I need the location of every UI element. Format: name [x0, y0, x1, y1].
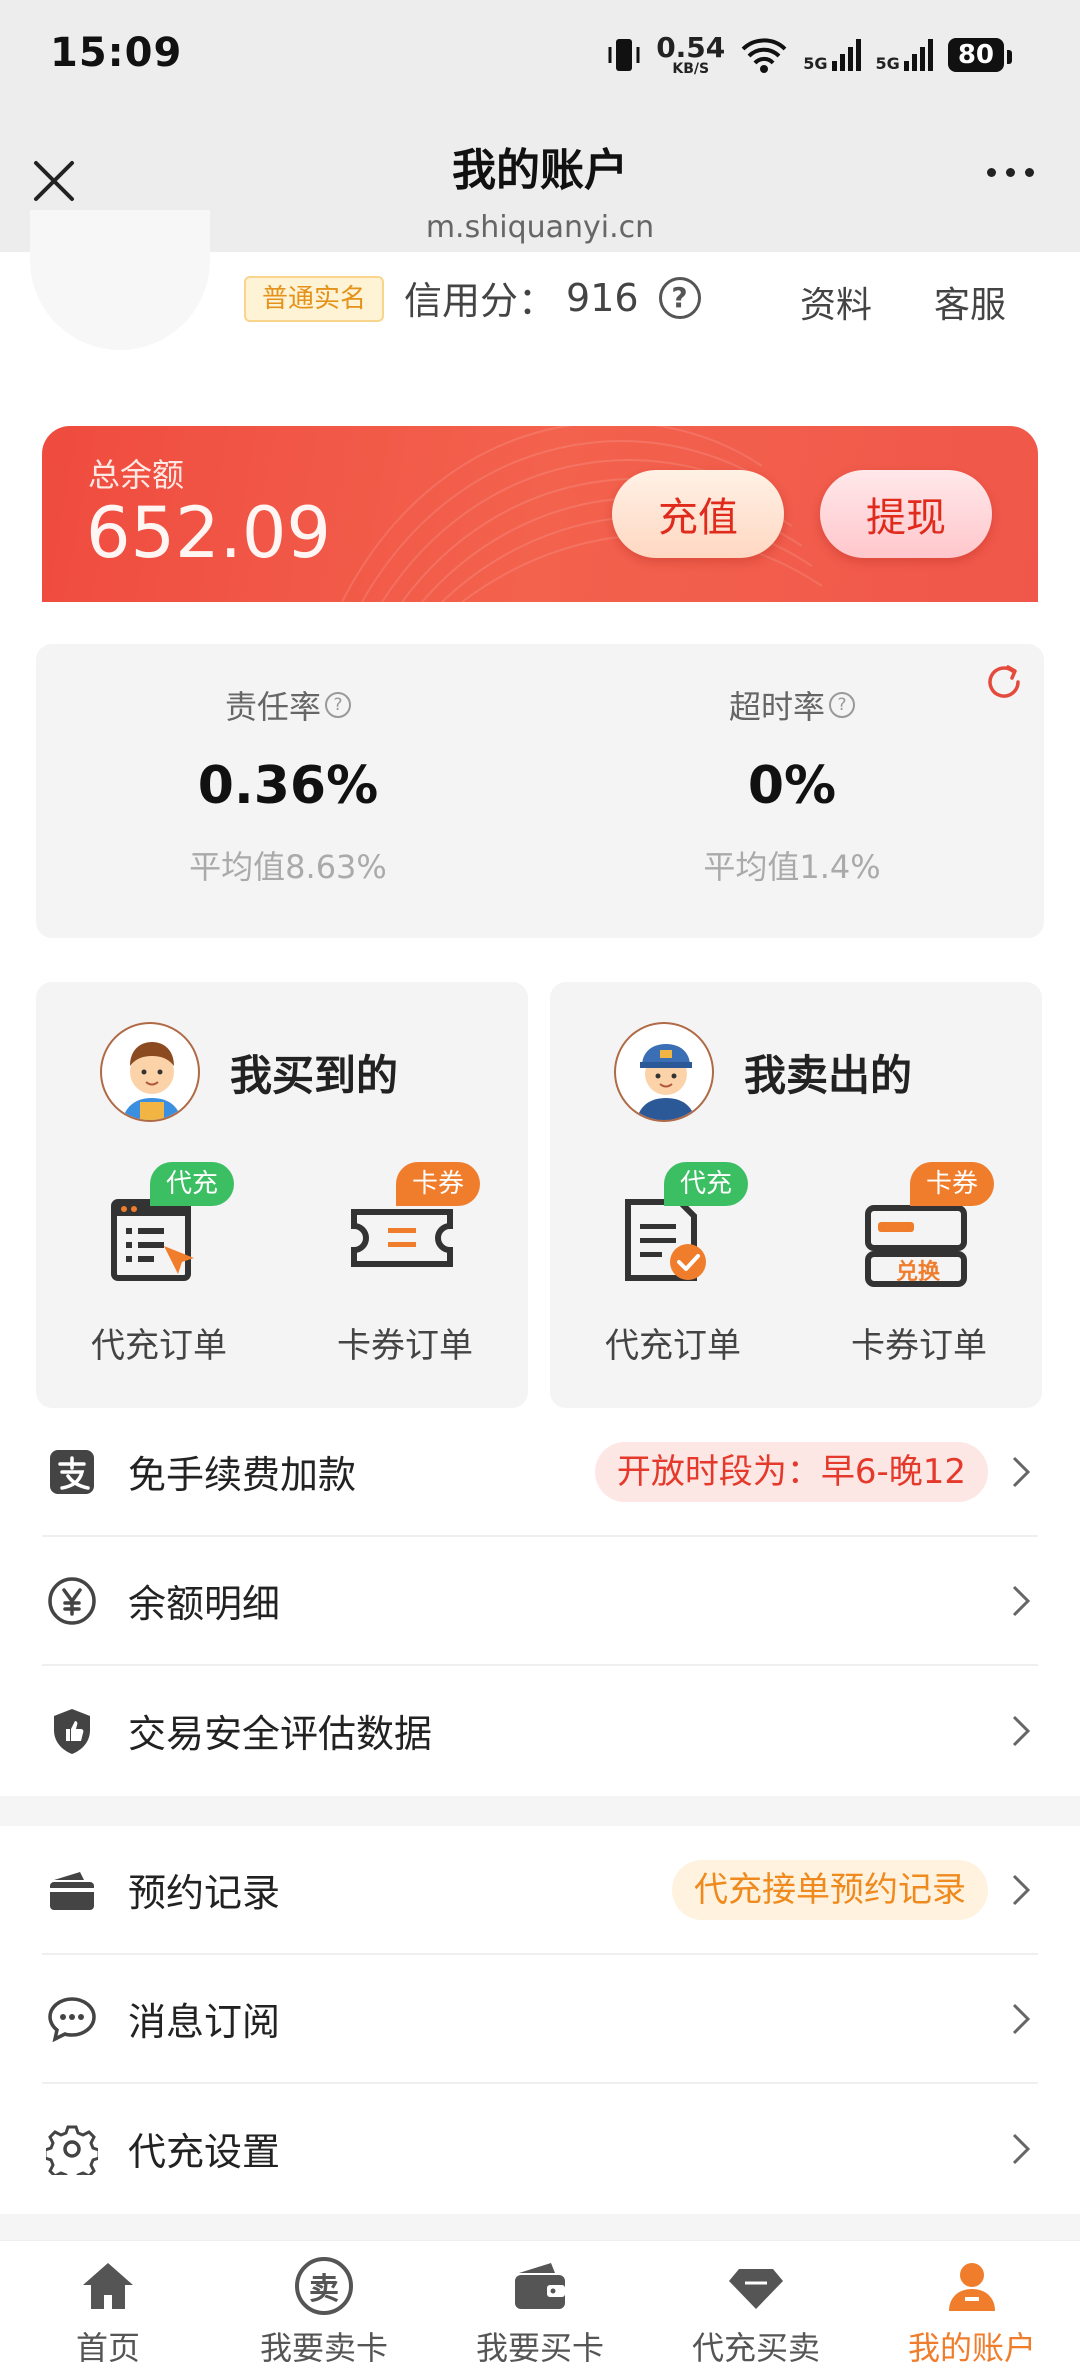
- help-icon[interactable]: ?: [325, 692, 351, 718]
- net-speed: 0.54 KB/S: [656, 31, 726, 77]
- chevron-right-icon: [1012, 1585, 1031, 1616]
- buy-coupon-orders[interactable]: 卡券 卡券订单: [282, 1162, 528, 1367]
- section-divider: [0, 1796, 1080, 1826]
- dot-icon: [987, 168, 996, 177]
- status-icons: 0.54 KB/S 5G 5G 80: [606, 31, 1013, 77]
- menu-item-subscriptions[interactable]: 消息订阅: [42, 1955, 1038, 2084]
- menu-item-security-data[interactable]: 交易安全评估数据: [42, 1666, 1038, 1795]
- section-divider: [0, 2214, 1080, 2240]
- balance-label: 总余额: [88, 456, 185, 494]
- tab-recharge-trade[interactable]: 代充买卖: [648, 2241, 864, 2376]
- verify-badge: 普通实名: [244, 276, 385, 322]
- sold-orders-panel: 我卖出的 代充 代充订单 兑换 卡券 卡券订单: [550, 982, 1042, 1408]
- tab-my-account[interactable]: 我的账户: [864, 2241, 1080, 2376]
- sell-recharge-orders[interactable]: 代充 代充订单: [550, 1162, 796, 1367]
- signal-bars-icon: [903, 39, 933, 71]
- tab-home[interactable]: 首页: [0, 2241, 216, 2376]
- timeout-rate: 超时率? 0% 平均值1.4%: [703, 688, 881, 886]
- dot-icon: [1006, 168, 1015, 177]
- seller-avatar-icon: [614, 1022, 714, 1122]
- withdraw-button[interactable]: 提现: [820, 470, 992, 558]
- menu-item-free-deposit[interactable]: 免手续费加款 开放时段为：早6-晚12: [42, 1408, 1038, 1537]
- menu-group-account: 免手续费加款 开放时段为：早6-晚12 余额明细 交易安全评估数据: [0, 1408, 1080, 1795]
- opening-hours-badge: 开放时段为：早6-晚12: [594, 1441, 988, 1502]
- bought-title: 我买到的: [230, 1050, 399, 1100]
- profile-link[interactable]: 资料: [800, 276, 872, 328]
- wifi-icon: [741, 38, 787, 73]
- balance-card: 总余额 652.09 充值 提现: [42, 426, 1038, 602]
- avatar[interactable]: [30, 210, 210, 350]
- card-icon: [50, 1871, 94, 1910]
- menu-item-balance-detail[interactable]: 余额明细: [42, 1537, 1038, 1666]
- vibrate-icon: [608, 39, 640, 71]
- alipay-icon: [50, 1449, 94, 1494]
- diamond-icon: [729, 2269, 783, 2309]
- user-icon: [949, 2263, 995, 2311]
- coupon-tag: 卡券: [909, 1162, 994, 1206]
- stats-card: 责任率? 0.36% 平均值8.63% 超时率? 0% 平均值1.4%: [36, 644, 1044, 938]
- signal-icon-1: 5G: [803, 37, 861, 73]
- chat-icon: [48, 1996, 96, 2042]
- buyer-avatar-icon: [100, 1022, 200, 1122]
- wallet-icon: [515, 2263, 565, 2309]
- chevron-right-icon: [1012, 1715, 1031, 1746]
- yuan-icon: [48, 1576, 96, 1625]
- tab-sell-card[interactable]: 卖 我要卖卡: [216, 2241, 432, 2376]
- responsibility-rate: 责任率? 0.36% 平均值8.63%: [189, 688, 387, 886]
- page-title: 我的账户: [452, 145, 628, 196]
- customer-service-link[interactable]: 客服: [934, 276, 1006, 328]
- buy-recharge-orders[interactable]: 代充 代充订单: [36, 1162, 282, 1367]
- credit-score: 信用分： 916 ?: [404, 270, 701, 325]
- signal-bars-icon: [831, 39, 861, 71]
- recharge-tag: 代充: [663, 1162, 748, 1206]
- coupon-tag: 卡券: [395, 1162, 480, 1206]
- chevron-right-icon: [1012, 2003, 1031, 2034]
- balance-value: 652.09: [86, 492, 331, 574]
- chevron-right-icon: [1012, 1456, 1031, 1487]
- reservation-badge: 代充接单预约记录: [672, 1859, 988, 1920]
- dot-icon: [1025, 168, 1034, 177]
- battery-indicator: 80: [947, 38, 1013, 72]
- gear-icon: [46, 2125, 98, 2175]
- help-icon[interactable]: ?: [658, 276, 701, 319]
- sell-icon: 卖: [293, 2255, 355, 2317]
- exchange-text: 兑换: [896, 1260, 941, 1285]
- recharge-button[interactable]: 充值: [612, 470, 784, 558]
- menu-item-reservations[interactable]: 预约记录 代充接单预约记录: [42, 1826, 1038, 1955]
- more-options-button[interactable]: [987, 168, 1034, 177]
- bought-orders-panel: 我买到的 代充 代充订单 卡券 卡券订单: [36, 982, 528, 1408]
- help-icon[interactable]: ?: [829, 692, 855, 718]
- home-icon: [83, 2263, 133, 2309]
- status-time: 15:09: [50, 30, 183, 76]
- tab-buy-card[interactable]: 我要买卡: [432, 2241, 648, 2376]
- shield-icon: [54, 1708, 90, 1754]
- signal-icon-2: 5G: [876, 37, 934, 73]
- sold-title: 我卖出的: [744, 1050, 913, 1100]
- chevron-right-icon: [1012, 1874, 1031, 1905]
- sell-coupon-orders[interactable]: 兑换 卡券 卡券订单: [796, 1162, 1042, 1367]
- chevron-right-icon: [1012, 2133, 1031, 2164]
- recharge-tag: 代充: [149, 1162, 234, 1206]
- bottom-tab-bar: 首页 卖 我要卖卡 我要买卡 代充买卖 我的账户: [0, 2240, 1080, 2376]
- menu-group-settings: 预约记录 代充接单预约记录 消息订阅 代充设置: [0, 1826, 1080, 2213]
- menu-item-recharge-settings[interactable]: 代充设置: [42, 2084, 1038, 2213]
